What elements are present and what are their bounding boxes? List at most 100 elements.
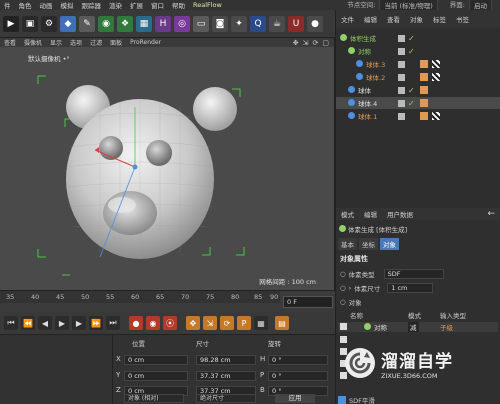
render-region-icon[interactable]: ▣ (22, 15, 38, 32)
go-to-start-icon[interactable]: ⏮ (4, 316, 18, 330)
coordinate-mode-dropdown[interactable]: 对象 (相对) (124, 394, 184, 403)
material-tag-icon[interactable] (420, 99, 428, 107)
size-y-field[interactable]: 37.37 cm (196, 371, 256, 381)
material-tag-icon[interactable] (420, 60, 428, 68)
table-row[interactable]: 对称 减 子级 (338, 322, 498, 332)
menu-render[interactable]: 渲染 (105, 0, 126, 10)
prev-key-icon[interactable]: ⏪ (21, 316, 35, 330)
list-item[interactable]: 球体.1 (336, 110, 500, 122)
layer-checkbox[interactable] (398, 47, 405, 55)
vp-menu-panel[interactable]: 面板 (106, 38, 126, 47)
om-tab-tags[interactable]: 标签 (428, 14, 451, 24)
checker-tag-icon[interactable] (432, 112, 440, 120)
back-arrow-icon[interactable]: ← (482, 209, 500, 219)
material-tag-icon[interactable] (420, 86, 428, 94)
voxel-size-field[interactable]: 1 cm (387, 283, 434, 293)
enabled-check-icon[interactable]: ✓ (408, 34, 415, 43)
key-rotation-icon[interactable]: ⟳ (220, 316, 234, 330)
timeline[interactable]: 35 40 45 50 55 60 65 70 75 80 85 90 0 F (0, 290, 335, 312)
subdivision-icon[interactable]: ◉ (98, 15, 114, 32)
list-item[interactable]: 对称 ✓ (336, 45, 500, 57)
qr-icon[interactable]: Q (250, 15, 266, 32)
layer-checkbox[interactable] (398, 86, 405, 94)
radio-icon[interactable]: ○ (340, 270, 346, 278)
subtab-coord[interactable]: 坐标 (359, 238, 378, 250)
menu-realflow[interactable]: RealFlow (189, 1, 226, 9)
attr-tab-mode[interactable]: 模式 (336, 209, 359, 219)
material-tag-icon[interactable] (420, 112, 428, 120)
menu-simulate[interactable]: 模拟 (57, 0, 78, 10)
layer-checkbox[interactable] (398, 60, 405, 68)
subtab-basic[interactable]: 基本 (338, 238, 357, 250)
autokey-icon[interactable]: ◉ (146, 316, 160, 330)
zoom-view-icon[interactable]: ⇲ (303, 39, 309, 47)
prev-frame-icon[interactable]: ◀ (38, 316, 52, 330)
menu-character[interactable]: 角色 (15, 0, 36, 10)
pos-y-field[interactable]: 0 cm (124, 371, 188, 381)
radio-icon[interactable]: ○ (340, 284, 346, 292)
menu-window[interactable]: 窗口 (147, 0, 168, 10)
layer-checkbox[interactable] (398, 112, 405, 120)
list-item[interactable]: 球体.2 (336, 71, 500, 83)
render-settings-icon[interactable]: ⚙ (41, 15, 57, 32)
subtab-object[interactable]: 对象 (380, 238, 399, 250)
record-icon[interactable]: ● (129, 316, 143, 330)
list-item[interactable]: 体积生成 ✓ (336, 32, 500, 44)
clapper-icon[interactable]: ▶ (3, 15, 19, 32)
checker-tag-icon[interactable] (432, 73, 440, 81)
menu-animation[interactable]: 动画 (36, 0, 57, 10)
size-x-field[interactable]: 98.28 cm (196, 355, 256, 365)
menu-tracker[interactable]: 跟踪器 (78, 0, 106, 10)
vp-menu-display[interactable]: 显示 (46, 38, 66, 47)
vp-menu-options[interactable]: 选项 (66, 38, 86, 47)
next-frame-icon[interactable]: ▶ (72, 316, 86, 330)
om-tab-file[interactable]: 文件 (336, 14, 359, 24)
voxel-type-dropdown[interactable]: SDF (383, 269, 444, 279)
keyframe-selection-icon[interactable]: ⦿ (163, 316, 177, 330)
list-item[interactable]: 球体.4 ✓ (336, 97, 500, 109)
play-icon[interactable]: ▶ (55, 316, 69, 330)
vp-menu-prorender[interactable]: ProRender (126, 39, 165, 46)
apply-button[interactable]: 应用 (275, 394, 315, 403)
next-key-icon[interactable]: ⏩ (89, 316, 103, 330)
rotate-view-icon[interactable]: ⟳ (313, 39, 319, 47)
vp-menu-camera[interactable]: 摄像机 (20, 38, 46, 47)
enabled-check-icon[interactable]: ✓ (408, 47, 415, 56)
vp-menu-view[interactable]: 查看 (0, 38, 20, 47)
layer-checkbox[interactable] (398, 34, 405, 42)
key-pla-icon[interactable]: ▦ (254, 316, 268, 330)
material-tag-icon[interactable] (420, 73, 428, 81)
enabled-check-icon[interactable]: ✓ (408, 99, 415, 108)
maximize-view-icon[interactable]: ▢ (322, 39, 329, 47)
field-icon[interactable]: ◎ (174, 15, 190, 32)
volume-icon[interactable]: ▦ (136, 15, 152, 32)
floor-icon[interactable]: ▭ (193, 15, 209, 32)
attr-tab-user-data[interactable]: 用户数据 (382, 209, 418, 219)
deformer-icon[interactable]: H (155, 15, 171, 32)
layer-checkbox[interactable] (398, 99, 405, 107)
generator-icon[interactable]: ❖ (117, 15, 133, 32)
pos-x-field[interactable]: 0 cm (124, 355, 188, 365)
radio-icon[interactable]: ○ (340, 298, 346, 306)
viewport[interactable]: 查看 摄像机 显示 选项 过滤 面板 ProRender ✥ ⇲ ⟳ ▢ 默认摄… (0, 38, 335, 290)
expand-arrow-icon[interactable]: › (349, 284, 352, 292)
film-icon[interactable]: ▤ (275, 316, 289, 330)
timeline-ruler[interactable]: 35 40 45 50 55 60 65 70 75 80 85 90 (0, 291, 280, 303)
om-tab-object[interactable]: 对象 (405, 14, 428, 24)
sdf-smooth-row[interactable]: SDF平滑 (338, 395, 398, 404)
camera-icon[interactable]: ◙ (212, 15, 228, 32)
checker-tag-icon[interactable] (432, 60, 440, 68)
light-icon[interactable]: ✦ (231, 15, 247, 32)
list-item[interactable]: 球体 ✓ (336, 84, 500, 96)
menu-file[interactable]: 件 (0, 0, 15, 10)
teapot-icon[interactable]: ☕ (269, 15, 285, 32)
key-param-icon[interactable]: P (237, 316, 251, 330)
row-mode-dropdown[interactable]: 减 (408, 322, 419, 332)
enabled-check-icon[interactable]: ✓ (408, 86, 415, 95)
layer-checkbox[interactable] (398, 73, 405, 81)
size-mode-dropdown[interactable]: 绝对尺寸 (196, 394, 256, 403)
row-checkbox[interactable] (340, 336, 347, 343)
row-checkbox[interactable] (340, 323, 347, 330)
menu-help[interactable]: 帮助 (168, 0, 189, 10)
rot-p-field[interactable]: 0 ° (268, 371, 328, 381)
